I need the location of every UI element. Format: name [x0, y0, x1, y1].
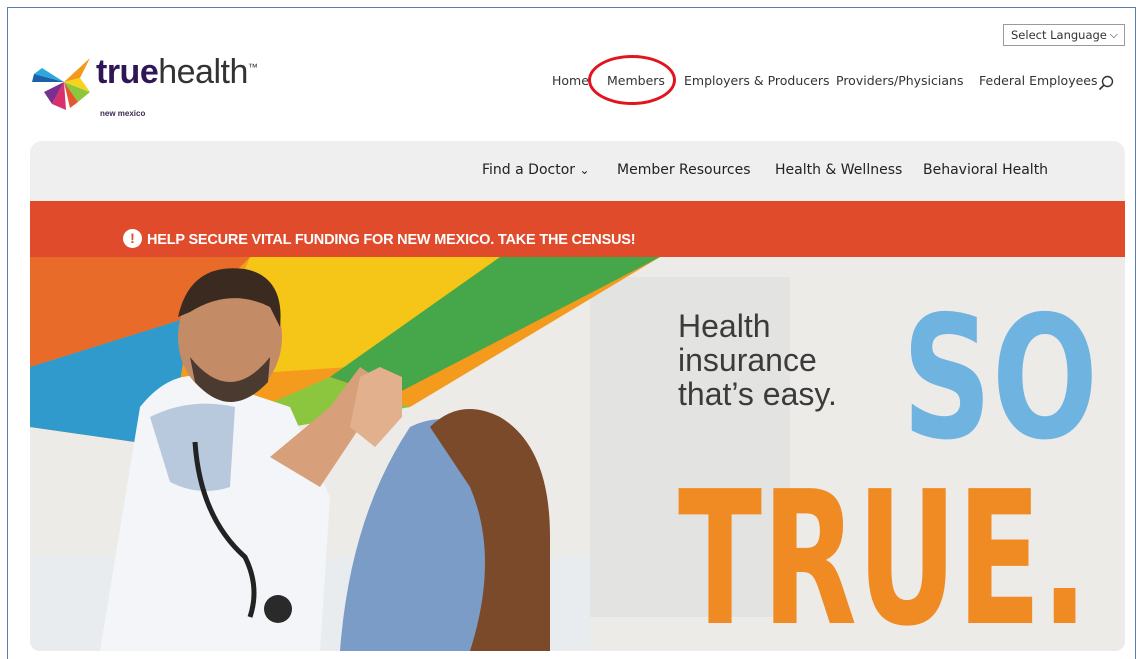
secondary-nav: Find a Doctor ⌄ Member Resources Health … [30, 141, 1125, 201]
subnav-member-resources[interactable]: Member Resources [617, 162, 751, 178]
nav-home[interactable]: Home [552, 73, 589, 88]
nav-providers-physicians[interactable]: Providers/Physicians [836, 73, 963, 88]
logo-mark-icon [32, 58, 90, 110]
hero-word-true: TRUE. [678, 451, 1088, 651]
tagline-line-3: that’s easy. [678, 376, 837, 412]
language-select[interactable]: Select Language ⌵ [1003, 24, 1125, 46]
nav-members[interactable]: Members [607, 73, 665, 88]
hero-banner: SO TRUE. Health insurance that’s easy. [30, 257, 1125, 651]
truehealth-logo[interactable]: truehealth™ new mexico [30, 48, 280, 123]
subnav-behavioral-health[interactable]: Behavioral Health [923, 162, 1048, 178]
nav-federal-employees[interactable]: Federal Employees [979, 73, 1098, 88]
hero-illustration: SO TRUE. [30, 257, 1125, 651]
hero-word-so: SO [902, 280, 1098, 478]
alert-text[interactable]: HELP SECURE VITAL FUNDING FOR NEW MEXICO… [147, 232, 636, 248]
logo-subtitle: new mexico [100, 109, 146, 118]
logo-wordmark: truehealth™ [96, 53, 258, 91]
alert-icon: ! [123, 229, 142, 248]
language-select-value: Select Language [1011, 28, 1107, 42]
tagline-line-1: Health [678, 308, 771, 344]
subnav-health-wellness[interactable]: Health & Wellness [775, 162, 902, 178]
subnav-find-a-doctor[interactable]: Find a Doctor ⌄ [482, 162, 590, 178]
chevron-down-icon: ⌄ [579, 163, 590, 177]
chevron-down-icon: ⌵ [1109, 28, 1118, 41]
search-icon[interactable] [1098, 75, 1114, 91]
census-alert-banner[interactable]: ! HELP SECURE VITAL FUNDING FOR NEW MEXI… [30, 201, 1125, 257]
tagline-line-2: insurance [678, 342, 817, 378]
nav-employers-producers[interactable]: Employers & Producers [684, 73, 829, 88]
hero-tagline: Health insurance that’s easy. [678, 309, 837, 411]
